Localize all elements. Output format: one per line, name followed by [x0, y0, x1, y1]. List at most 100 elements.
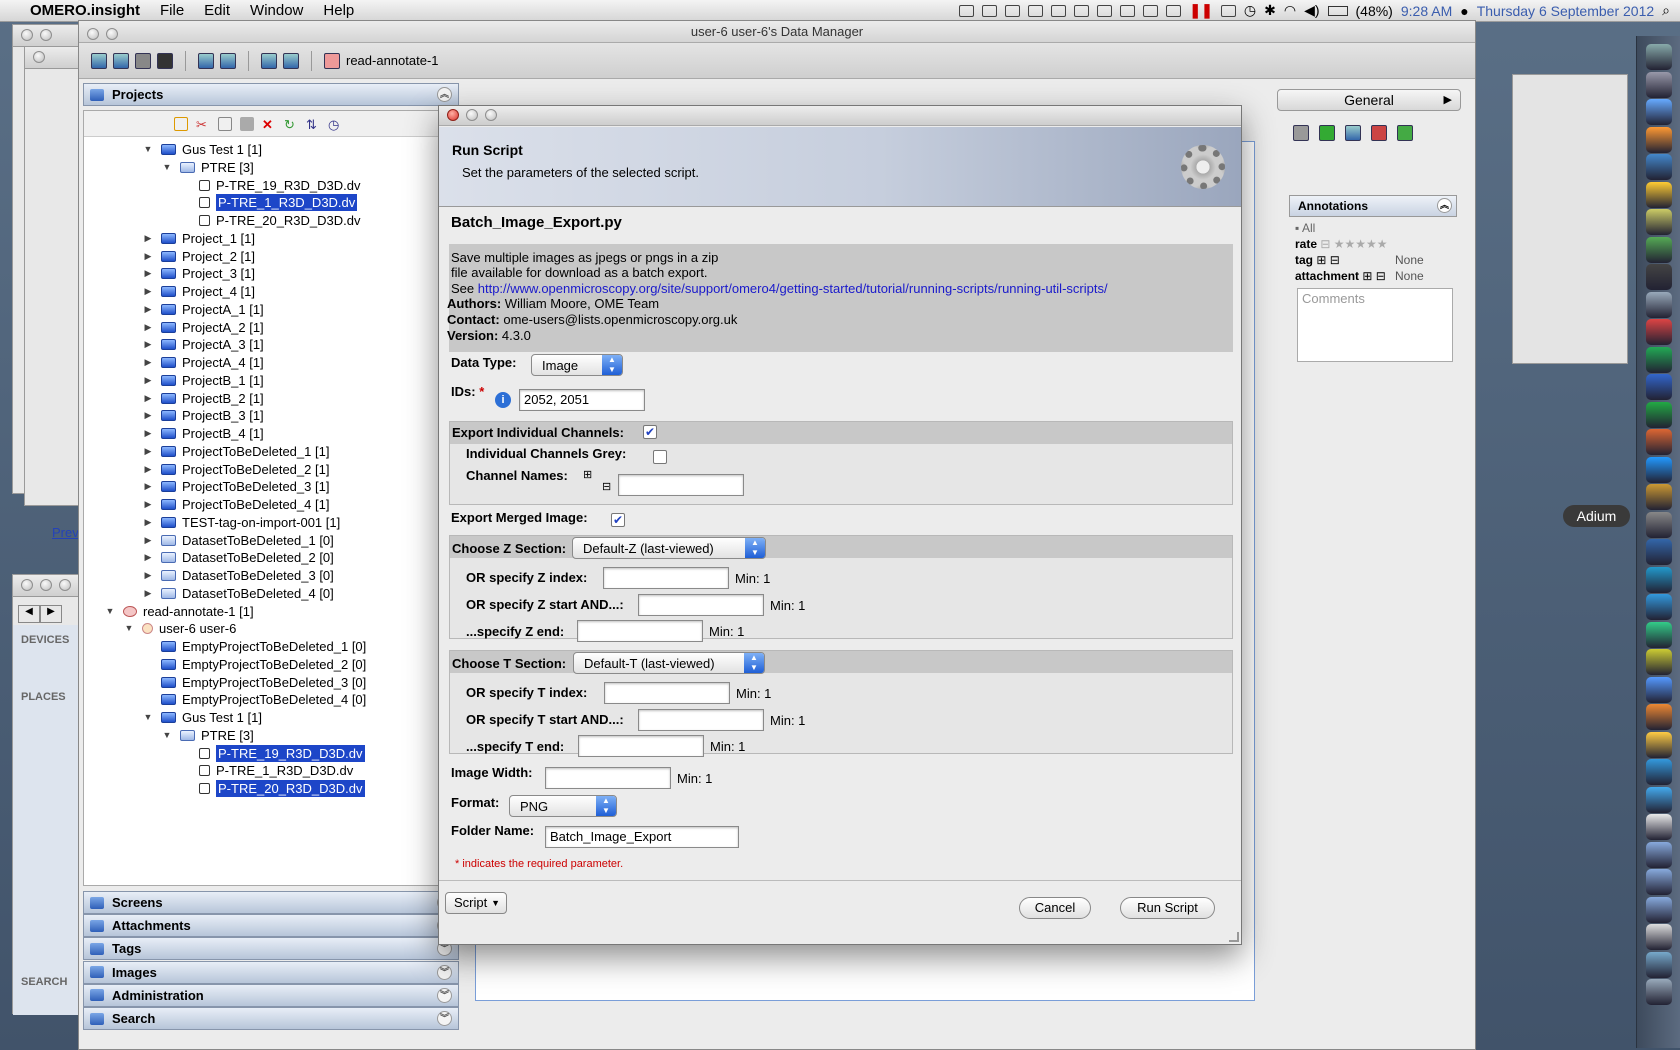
refresh-icon[interactable]: ↻: [284, 117, 298, 132]
tree-row[interactable]: EmptyProjectToBeDeleted_4 [0]: [143, 691, 366, 708]
tray-app-icon[interactable]: [1028, 4, 1044, 17]
section-attachments[interactable]: Attachments︾: [83, 914, 459, 938]
channels-grey-checkbox[interactable]: [653, 450, 667, 464]
disclosure-closed-icon[interactable]: ▶: [143, 319, 153, 336]
section-tags[interactable]: Tags ︾: [83, 937, 459, 961]
grid-icon[interactable]: [1397, 125, 1413, 141]
new-icon[interactable]: [174, 116, 188, 131]
tree-row[interactable]: ▼ PTRE [3]: [162, 727, 254, 744]
add-channel-icon[interactable]: ⊞: [583, 468, 592, 481]
tree-row[interactable]: P-TRE_19_R3D_D3D.dv: [181, 744, 365, 762]
section-images[interactable]: Images ︾: [83, 960, 459, 984]
dock-app-icon[interactable]: [1646, 264, 1672, 290]
dock-app-icon[interactable]: [1646, 731, 1672, 758]
edit-icon[interactable]: [113, 52, 129, 69]
add-attachment-icon[interactable]: ⊞ ⊟: [1362, 269, 1385, 283]
disclosure-closed-icon[interactable]: ▶: [143, 354, 153, 371]
disclosure-closed-icon[interactable]: ▶: [143, 336, 153, 353]
dock-app-icon[interactable]: [1646, 649, 1672, 675]
pause-icon[interactable]: ❚❚: [1189, 2, 1212, 19]
disclosure-closed-icon[interactable]: ▶: [143, 407, 153, 424]
copy-icon[interactable]: [218, 116, 232, 131]
refresh-icon[interactable]: [283, 52, 299, 69]
tree-row[interactable]: ▼ read-annotate-1 [1]: [105, 603, 254, 620]
disclosure-closed-icon[interactable]: ▶: [143, 301, 153, 318]
remove-channel-icon[interactable]: ⊟: [602, 480, 611, 493]
tree-row[interactable]: ▶ ProjectA_1 [1]: [143, 301, 264, 318]
disclosure-closed-icon[interactable]: ▶: [143, 283, 153, 300]
dock-app-icon[interactable]: [1646, 621, 1672, 648]
minimize-button[interactable]: [106, 28, 118, 40]
chevron-down-icon[interactable]: ︾: [437, 964, 452, 980]
dock-app-icon[interactable]: [1646, 429, 1672, 455]
tree-row[interactable]: ▶ ProjectToBeDeleted_4 [1]: [143, 496, 330, 513]
clock-icon[interactable]: ◷: [328, 117, 342, 132]
tree-row[interactable]: ▶ ProjectToBeDeleted_2 [1]: [143, 461, 330, 478]
tray-app-icon[interactable]: [1120, 4, 1136, 17]
dock-app-icon[interactable]: [1646, 896, 1672, 923]
clock-date[interactable]: Thursday 6 September 2012: [1477, 3, 1654, 19]
tree-row[interactable]: ▶ Project_4 [1]: [143, 283, 255, 300]
dock-app-icon[interactable]: [1646, 869, 1672, 895]
tree-row[interactable]: ▼ PTRE [3]: [162, 159, 254, 176]
dock-app-icon[interactable]: [1646, 44, 1672, 70]
tray-app-icon[interactable]: [1074, 4, 1090, 17]
dock-app-icon[interactable]: [1646, 759, 1672, 785]
tree-row[interactable]: ▶ ProjectB_1 [1]: [143, 372, 264, 389]
tray-app-icon[interactable]: [982, 4, 998, 17]
image-width-field[interactable]: [545, 767, 671, 789]
dock-app-icon[interactable]: [1646, 511, 1672, 538]
disclosure-open-icon[interactable]: ▼: [143, 141, 153, 158]
zoom-button[interactable]: [485, 109, 497, 121]
tray-app-icon[interactable]: [1220, 4, 1236, 17]
z-section-select[interactable]: Default-Z (last-viewed) ▲ ▼: [572, 537, 766, 559]
disclosure-closed-icon[interactable]: ▶: [143, 461, 153, 478]
bluetooth-icon[interactable]: ✱: [1264, 2, 1276, 19]
chevron-down-icon[interactable]: ︾: [437, 987, 452, 1003]
tray-app-icon[interactable]: [1097, 4, 1113, 17]
disclosure-closed-icon[interactable]: ▶: [143, 496, 153, 513]
run-script-button[interactable]: Run Script: [1120, 897, 1215, 919]
tree-row[interactable]: ▶ DatasetToBeDeleted_4 [0]: [143, 585, 334, 602]
dock-app-icon[interactable]: [1646, 291, 1672, 318]
section-screens[interactable]: Screens︾: [83, 891, 459, 914]
dock-app-icon[interactable]: [1646, 154, 1672, 180]
export-merged-checkbox[interactable]: ✔: [611, 513, 625, 527]
z-index-field[interactable]: [603, 567, 729, 589]
documentation-link[interactable]: http://www.openmicroscopy.org/site/suppo…: [478, 281, 1108, 296]
clock-time[interactable]: 9:28 AM: [1401, 3, 1452, 19]
filter-all[interactable]: ▪ All: [1295, 221, 1315, 235]
menu-edit[interactable]: Edit: [194, 2, 240, 19]
tree-row[interactable]: P-TRE_1_R3D_D3D.dv: [181, 762, 353, 779]
dock-app-icon[interactable]: [1646, 979, 1672, 1005]
disclosure-closed-icon[interactable]: ▶: [143, 532, 153, 549]
disclosure-closed-icon[interactable]: ▶: [143, 585, 153, 602]
disclosure-open-icon[interactable]: ▼: [162, 159, 172, 176]
cancel-button[interactable]: Cancel: [1019, 897, 1091, 919]
dock-app-icon[interactable]: [1646, 374, 1672, 400]
format-select[interactable]: PNG ▲ ▼: [509, 795, 617, 817]
dock-app-icon[interactable]: [1646, 786, 1672, 813]
tree-row[interactable]: ▶ DatasetToBeDeleted_2 [0]: [143, 549, 334, 566]
menu-app-name[interactable]: OMERO.insight: [20, 2, 150, 19]
tray-app-icon[interactable]: [1143, 4, 1159, 17]
tree-row[interactable]: ▶ DatasetToBeDeleted_1 [0]: [143, 532, 334, 549]
volume-icon[interactable]: ◀): [1304, 2, 1319, 19]
disclosure-closed-icon[interactable]: ▶: [143, 478, 153, 495]
sort-icon[interactable]: ⇅: [306, 117, 320, 132]
dock-app-icon[interactable]: [1646, 319, 1672, 345]
delete-icon[interactable]: ✕: [262, 117, 276, 132]
data-type-select[interactable]: Image ▲ ▼: [531, 354, 623, 376]
tree-row[interactable]: ▶ ProjectB_4 [1]: [143, 425, 264, 442]
tree-row[interactable]: ▶ ProjectToBeDeleted_3 [1]: [143, 478, 330, 495]
dock-app-icon[interactable]: [1646, 814, 1672, 840]
group-selector[interactable]: read-annotate-1: [324, 52, 439, 69]
dock-app-icon[interactable]: [1646, 484, 1672, 510]
menu-help[interactable]: Help: [313, 2, 364, 19]
z-start-field[interactable]: [638, 594, 764, 616]
spotlight-icon[interactable]: ⌕: [1662, 2, 1670, 19]
dock-app-icon[interactable]: [1646, 346, 1672, 373]
disclosure-closed-icon[interactable]: ▶: [143, 390, 153, 407]
disclosure-closed-icon[interactable]: ▶: [143, 567, 153, 584]
paste-icon[interactable]: [240, 116, 254, 131]
